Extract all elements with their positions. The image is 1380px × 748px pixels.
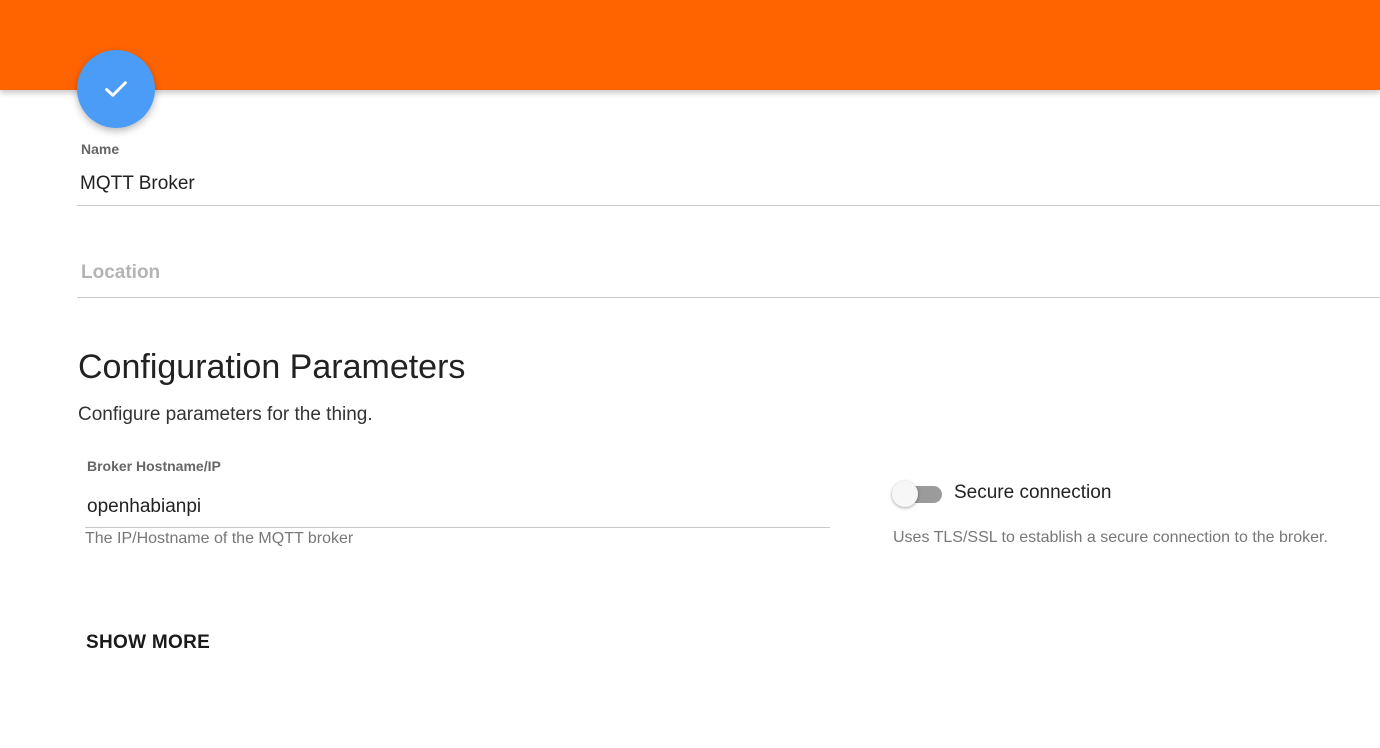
secure-connection-hint: Uses TLS/SSL to establish a secure conne… xyxy=(893,529,1328,546)
check-icon xyxy=(105,81,127,97)
location-field-underline xyxy=(77,297,1380,298)
broker-hostname-input[interactable] xyxy=(87,496,827,518)
secure-connection-label: Secure connection xyxy=(954,482,1112,503)
broker-hostname-label: Broker Hostname/IP xyxy=(87,458,221,474)
config-section-description: Configure parameters for the thing. xyxy=(78,404,373,425)
config-section-title: Configuration Parameters xyxy=(78,348,466,386)
name-field-underline xyxy=(77,205,1380,206)
show-more-button[interactable]: SHOW MORE xyxy=(86,632,210,654)
app-header-bar xyxy=(0,0,1380,90)
toggle-thumb xyxy=(892,481,918,507)
save-button[interactable] xyxy=(77,50,155,128)
name-field-label: Name xyxy=(81,141,120,157)
location-input[interactable] xyxy=(81,262,1371,284)
name-input[interactable] xyxy=(80,173,1370,195)
broker-hostname-hint: The IP/Hostname of the MQTT broker xyxy=(85,530,354,547)
secure-connection-toggle[interactable] xyxy=(892,480,942,508)
broker-hostname-underline xyxy=(85,527,830,528)
